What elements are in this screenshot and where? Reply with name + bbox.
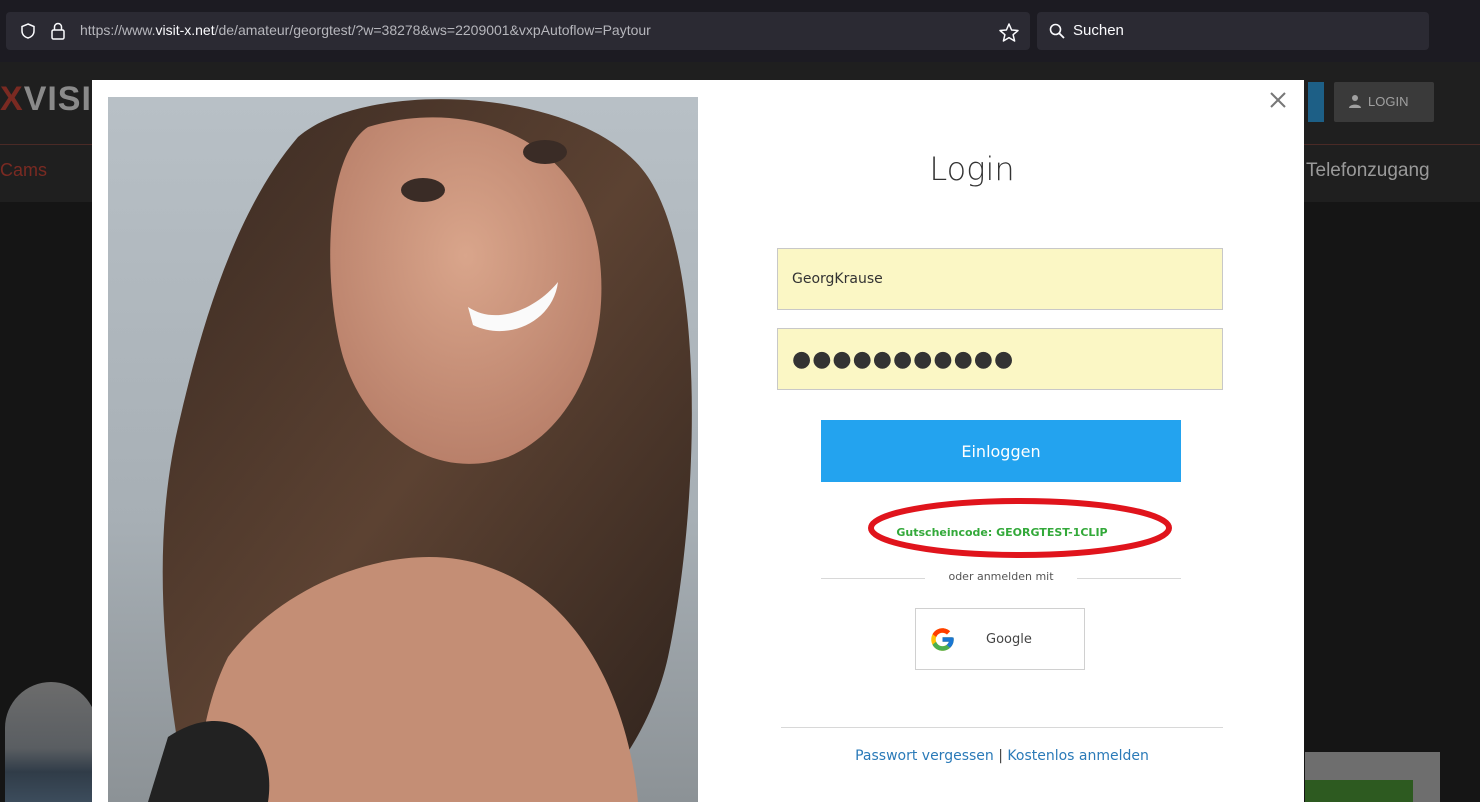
url-text[interactable]: https://www.visit-x.net/de/amateur/georg… [80, 22, 651, 38]
site-register-button[interactable] [1308, 82, 1324, 122]
username-field[interactable] [777, 248, 1223, 310]
close-icon[interactable] [1264, 86, 1292, 114]
forgot-password-link[interactable]: Passwort vergessen [855, 748, 994, 764]
search-icon [1049, 23, 1065, 39]
shield-icon[interactable] [20, 23, 36, 39]
nav-cams[interactable]: Cams [0, 160, 47, 181]
login-modal: Login Einloggen Gutscheincode: GEORGTEST… [92, 80, 1304, 802]
logo-x: X [0, 80, 24, 118]
site-logo[interactable]: XVISI [0, 80, 92, 119]
search-bar[interactable]: Suchen [1037, 12, 1429, 50]
footer-links: Passwort vergessen | Kostenlos anmelden [781, 748, 1223, 764]
search-placeholder: Suchen [1073, 22, 1124, 39]
footer-divider [781, 727, 1223, 728]
google-label: Google [986, 632, 1032, 647]
link-separator: | [998, 748, 1003, 764]
url-domain: visit-x.net [155, 22, 215, 38]
login-button[interactable]: Einloggen [821, 420, 1181, 482]
lock-icon[interactable] [50, 22, 66, 40]
divider-text: oder anmelden mit [948, 570, 1054, 583]
social-divider: oder anmelden mit [821, 570, 1181, 586]
voucher-code: Gutscheincode: GEORGTEST-1CLIP [896, 526, 1108, 539]
browser-toolbar: https://www.visit-x.net/de/amateur/georg… [0, 0, 1480, 62]
divider-line-right [1077, 578, 1181, 579]
profile-avatar [5, 682, 97, 802]
nav-telefonzugang[interactable]: Telefonzugang [1306, 160, 1430, 182]
user-icon [1349, 95, 1361, 108]
site-green-button[interactable] [1305, 780, 1413, 802]
address-bar[interactable]: https://www.visit-x.net/de/amateur/georg… [6, 12, 1030, 50]
site-login-button[interactable]: LOGIN [1334, 82, 1434, 122]
divider-line-left [821, 578, 925, 579]
google-login-button[interactable]: Google [915, 608, 1085, 670]
url-path: /de/amateur/georgtest/?w=38278&ws=220900… [214, 22, 651, 38]
login-title: Login [929, 150, 1015, 188]
google-icon [931, 628, 954, 651]
logo-text: VISI [23, 80, 92, 118]
profile-photo [108, 97, 698, 802]
star-icon[interactable] [998, 22, 1020, 44]
password-field[interactable] [777, 328, 1223, 390]
url-prefix: https://www. [80, 22, 156, 38]
register-link[interactable]: Kostenlos anmelden [1007, 748, 1148, 764]
site-login-label: LOGIN [1368, 94, 1409, 109]
